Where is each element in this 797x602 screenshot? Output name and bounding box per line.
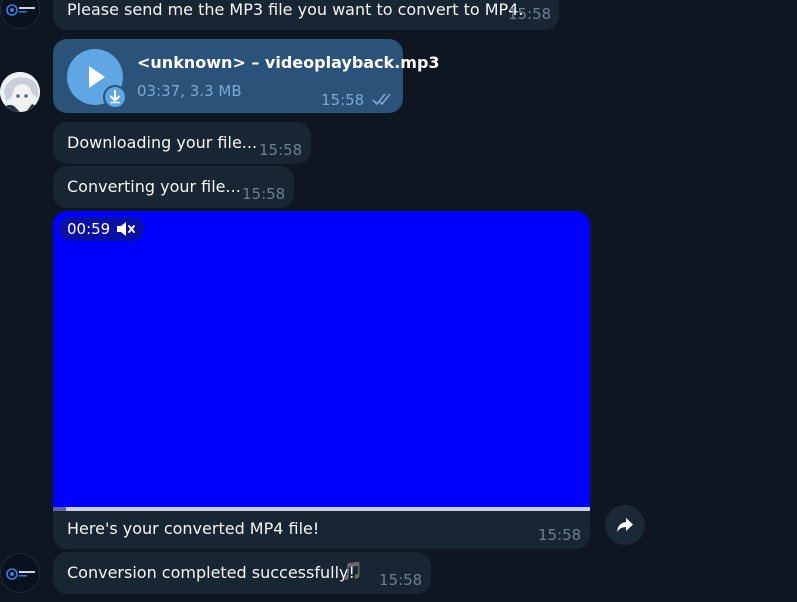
bot-avatar[interactable] xyxy=(0,553,40,593)
message-time: 15:58 xyxy=(379,571,423,589)
message-time: 15:58 xyxy=(538,526,582,544)
message-prompt[interactable]: Please send me the MP3 file you want to … xyxy=(53,0,559,30)
forward-icon xyxy=(617,518,633,532)
chat-view: Please send me the MP3 file you want to … xyxy=(0,0,797,602)
music-note-emoji: 🎵 xyxy=(341,561,364,582)
message-done[interactable]: Conversion completed successfully! 🎵 15:… xyxy=(53,552,431,594)
user-avatar-image xyxy=(0,72,40,112)
video-progress-fill xyxy=(53,507,67,511)
message-video[interactable]: 00:59 Here's your converted MP4 file! 15… xyxy=(53,211,590,549)
message-text: Downloading your file... xyxy=(67,133,258,152)
message-text: Converting your file... xyxy=(67,177,241,196)
video-duration-badge: 00:59 xyxy=(59,217,145,241)
message-time: 15:58 xyxy=(242,185,286,203)
download-button[interactable] xyxy=(103,85,127,109)
message-text: Conversion completed successfully! xyxy=(67,563,355,582)
bot-logo xyxy=(2,555,39,592)
download-icon xyxy=(110,90,120,104)
bot-avatar[interactable] xyxy=(0,0,40,29)
bot-logo xyxy=(2,0,39,28)
message-audio-file[interactable]: <unknown> – videoplayback.mp3 03:37, 3.3… xyxy=(53,39,440,113)
video-progress-bar[interactable] xyxy=(53,507,590,511)
user-avatar[interactable] xyxy=(0,72,40,112)
message-text: Please send me the MP3 file you want to … xyxy=(67,0,524,19)
file-name: <unknown> – videoplayback.mp3 xyxy=(137,53,440,72)
video-caption: Here's your converted MP4 file! xyxy=(67,519,320,538)
speaker-muted-icon[interactable] xyxy=(116,221,136,237)
message-converting[interactable]: Converting your file... 15:58 xyxy=(53,166,294,208)
message-time: 15:58 xyxy=(321,91,365,109)
message-downloading[interactable]: Downloading your file... 15:58 xyxy=(53,122,311,164)
forward-button[interactable] xyxy=(605,505,645,545)
double-check-icon xyxy=(372,93,391,106)
video-player[interactable] xyxy=(53,211,590,507)
message-time: 15:58 xyxy=(508,5,552,23)
video-duration: 00:59 xyxy=(67,220,111,238)
file-meta: 03:37, 3.3 MB xyxy=(137,82,242,100)
message-time: 15:58 xyxy=(259,141,303,159)
